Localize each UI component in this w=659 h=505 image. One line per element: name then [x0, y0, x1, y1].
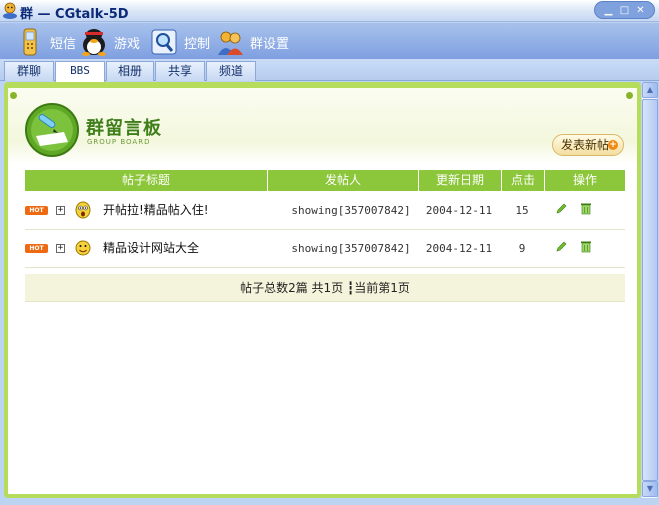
tab-share[interactable]: 共享 — [155, 61, 205, 81]
expand-button[interactable]: + — [56, 206, 65, 215]
tab-bar: 群聊 BBS 相册 共享 频道 — [0, 59, 659, 82]
surprised-face-icon — [75, 201, 91, 219]
minimize-button[interactable]: ▁ — [601, 3, 616, 18]
smiley-face-icon — [75, 240, 91, 256]
corner-dot-left — [10, 92, 17, 99]
board-logo-icon — [25, 103, 79, 157]
menu-label-sms: 短信 — [50, 36, 77, 52]
board-subtitle: GROUP BOARD — [87, 138, 151, 146]
new-post-label: 发表新帖 — [561, 138, 610, 152]
post-title-link[interactable]: 精品设计网站大全 — [103, 230, 199, 267]
delete-trash-icon[interactable] — [580, 202, 592, 215]
title-bar: 群 — CGtalk-5D ▁ □ ✕ — [0, 0, 659, 22]
post-title-link[interactable]: 开帖拉!精品帖入住! — [103, 192, 209, 229]
menu-item-sms[interactable]: 短信 — [16, 26, 76, 58]
scroll-up-button[interactable]: ▲ — [642, 82, 658, 98]
table-row: HOT + 精品设计网站大全 showing[357007842] 2004-1… — [25, 230, 625, 268]
scroll-down-button[interactable]: ▼ — [642, 481, 658, 497]
post-author[interactable]: showing[357007842] — [285, 192, 417, 229]
expand-button[interactable]: + — [56, 244, 65, 253]
phone-icon — [23, 28, 37, 56]
corner-dot-right — [626, 92, 633, 99]
magnifier-icon — [151, 29, 177, 55]
header-post-title[interactable]: 帖子标题 — [25, 170, 268, 191]
hot-badge: HOT — [25, 244, 48, 253]
vertical-scrollbar[interactable]: ▲ ▼ — [641, 82, 658, 498]
window-title: 群 — CGtalk-5D — [20, 7, 129, 22]
menu-label-control: 控制 — [184, 36, 211, 52]
post-date: 2004-12-11 — [425, 204, 493, 217]
bbs-panel: 群留言板 GROUP BOARD 发表新帖 + 帖子标题 发帖人 更新日期 点击… — [4, 82, 641, 498]
pagination-summary: 帖子总数2篇 共1页 ┇当前第1页 — [25, 274, 625, 302]
post-author[interactable]: showing[357007842] — [285, 230, 417, 267]
edit-pencil-icon[interactable] — [555, 203, 567, 215]
menu-item-games[interactable]: 游戏 — [80, 26, 140, 58]
scroll-thumb[interactable] — [642, 99, 658, 481]
window-controls: ▁ □ ✕ — [594, 1, 655, 19]
penguin-icon — [82, 29, 106, 56]
header-poster[interactable]: 发帖人 — [268, 170, 419, 191]
tab-album[interactable]: 相册 — [106, 61, 154, 81]
tab-channel[interactable]: 频道 — [206, 61, 256, 81]
hot-badge: HOT — [25, 206, 48, 215]
tab-group-chat[interactable]: 群聊 — [4, 61, 54, 81]
close-button[interactable]: ✕ — [633, 3, 648, 18]
menu-label-group-settings: 群设置 — [250, 36, 290, 52]
delete-trash-icon[interactable] — [580, 240, 592, 253]
menu-item-control[interactable]: 控制 — [150, 26, 210, 58]
table-row: HOT + 开帖拉!精品帖入住! showing[357007842] 2004… — [25, 192, 625, 230]
new-post-button[interactable]: 发表新帖 + — [552, 134, 624, 156]
menu-bar: 短信 游戏 控制 群设置 — [0, 23, 659, 59]
header-hits[interactable]: 点击 — [502, 170, 545, 191]
table-header: 帖子标题 发帖人 更新日期 点击 操作 — [25, 170, 625, 191]
plus-icon: + — [608, 140, 618, 150]
tab-bbs[interactable]: BBS — [55, 61, 105, 82]
post-date: 2004-12-11 — [425, 242, 493, 255]
group-people-icon — [218, 31, 243, 55]
header-update-date[interactable]: 更新日期 — [419, 170, 502, 191]
post-hits: 9 — [518, 242, 526, 255]
menu-item-group-settings[interactable]: 群设置 — [216, 26, 289, 58]
group-app-icon — [3, 2, 17, 19]
menu-label-games: 游戏 — [114, 36, 141, 52]
edit-pencil-icon[interactable] — [555, 241, 567, 253]
post-hits: 15 — [515, 204, 529, 217]
header-actions: 操作 — [572, 173, 597, 187]
board-title: 群留言板 — [86, 118, 162, 139]
maximize-button[interactable]: □ — [617, 3, 632, 18]
